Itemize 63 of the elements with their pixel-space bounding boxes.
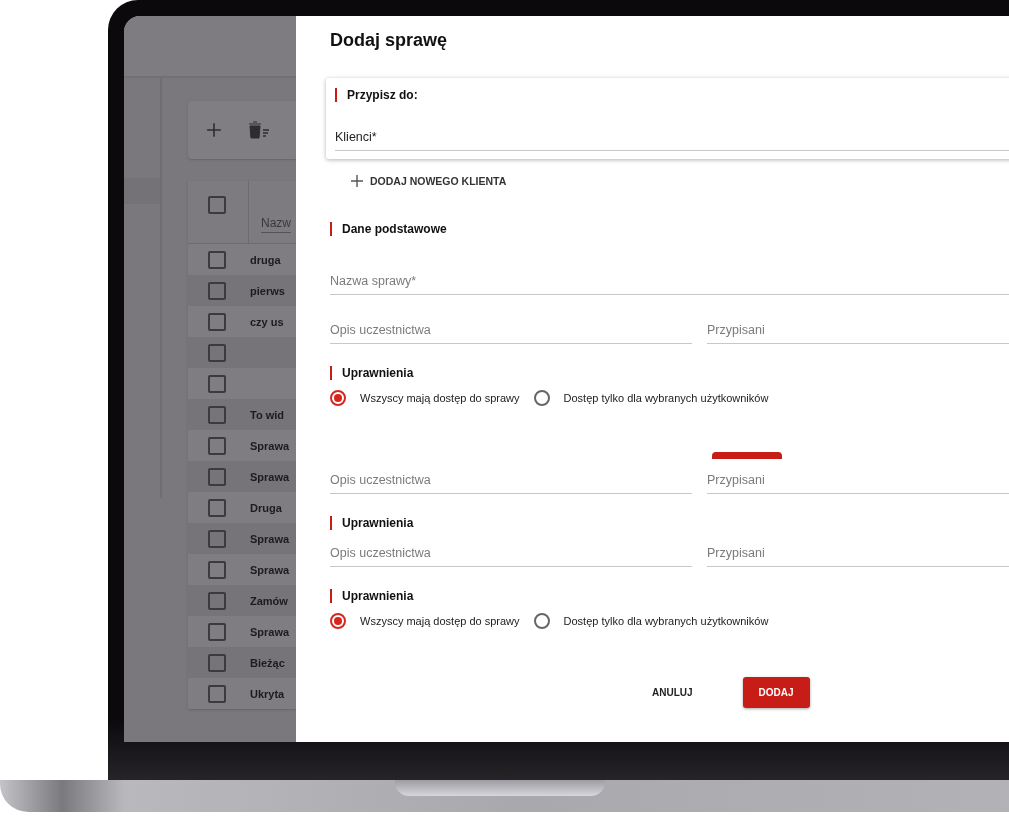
table-cell: Sprawa (250, 625, 290, 638)
dialog-title: Dodaj sprawę (330, 30, 449, 51)
section-heading: Uprawnienia (342, 366, 414, 380)
table-cell: Druga (250, 501, 282, 514)
radio-label: Dostęp tylko dla wybranych użytkowników (563, 615, 769, 627)
checkbox[interactable] (208, 622, 226, 641)
add-client-button[interactable]: DODAJ NOWEGO KLIENTA (350, 174, 507, 188)
section-heading: Dane podstawowe (342, 222, 447, 236)
checkbox[interactable] (208, 196, 226, 214)
radio-option[interactable]: Dostęp tylko dla wybranych użytkowników (533, 613, 769, 629)
table-cell: czy us (250, 315, 284, 328)
checkbox[interactable] (208, 560, 226, 579)
input-field[interactable]: Opis uczestnictwa (330, 540, 692, 567)
trash-icon[interactable] (248, 121, 270, 139)
checkbox[interactable] (208, 529, 226, 548)
table-cell: Ukryta (250, 687, 285, 700)
table-cell: pierws (250, 284, 285, 297)
checkbox[interactable] (208, 684, 226, 703)
radio-option[interactable]: Wszyscy mają dostęp do sprawy (330, 390, 520, 406)
cancel-button[interactable]: ANULUJ (636, 677, 709, 708)
input-field[interactable]: Klienci* (335, 124, 1009, 151)
checkbox[interactable] (208, 312, 226, 331)
radio-label: Wszyscy mają dostęp do sprawy (360, 615, 520, 627)
radio-button[interactable] (330, 390, 346, 406)
input-field[interactable]: Przypisani (707, 317, 1009, 344)
section-heading: Przypisz do: (347, 88, 418, 102)
plus-icon (206, 122, 222, 138)
input-field[interactable]: Opis uczestnictwa (330, 317, 692, 344)
table-cell: Sprawa (250, 470, 290, 483)
input-field[interactable]: Przypisani (707, 467, 1009, 494)
input-field[interactable]: Przypisani (707, 540, 1009, 567)
checkbox[interactable] (208, 436, 226, 455)
checkbox[interactable] (208, 591, 226, 610)
table-cell: To wid (250, 408, 284, 421)
radio-button[interactable] (330, 613, 346, 629)
radio-label: Wszyscy mają dostęp do sprawy (360, 392, 520, 404)
add-button[interactable]: DODAJ (742, 677, 810, 708)
table-cell: Sprawa (250, 439, 290, 452)
button-edge (712, 452, 782, 459)
radio-button[interactable] (533, 390, 550, 406)
checkbox[interactable] (208, 281, 226, 300)
checkbox[interactable] (208, 250, 226, 269)
column-header: Nazw (261, 216, 291, 233)
input-field[interactable]: Nazwa sprawy* (330, 268, 1009, 295)
input-field[interactable]: Opis uczestnictwa (330, 467, 692, 494)
table-cell: Sprawa (250, 532, 290, 545)
checkbox[interactable] (208, 653, 226, 672)
table-cell: druga (250, 253, 281, 266)
table-cell: Bieżąc (250, 656, 285, 669)
table-cell: Sprawa (250, 563, 290, 576)
plus-icon (350, 174, 364, 188)
table-cell: Zamów (250, 594, 288, 607)
checkbox[interactable] (208, 405, 226, 424)
checkbox[interactable] (208, 374, 226, 393)
section-heading: Uprawnienia (342, 516, 414, 530)
checkbox[interactable] (208, 467, 226, 486)
section-heading: Uprawnienia (342, 589, 414, 603)
radio-label: Dostęp tylko dla wybranych użytkowników (563, 392, 769, 404)
radio-option[interactable]: Dostęp tylko dla wybranych użytkowników (533, 390, 769, 406)
checkbox[interactable] (208, 343, 226, 362)
radio-option[interactable]: Wszyscy mają dostęp do sprawy (330, 613, 520, 629)
checkbox[interactable] (208, 498, 226, 517)
radio-button[interactable] (533, 613, 550, 629)
